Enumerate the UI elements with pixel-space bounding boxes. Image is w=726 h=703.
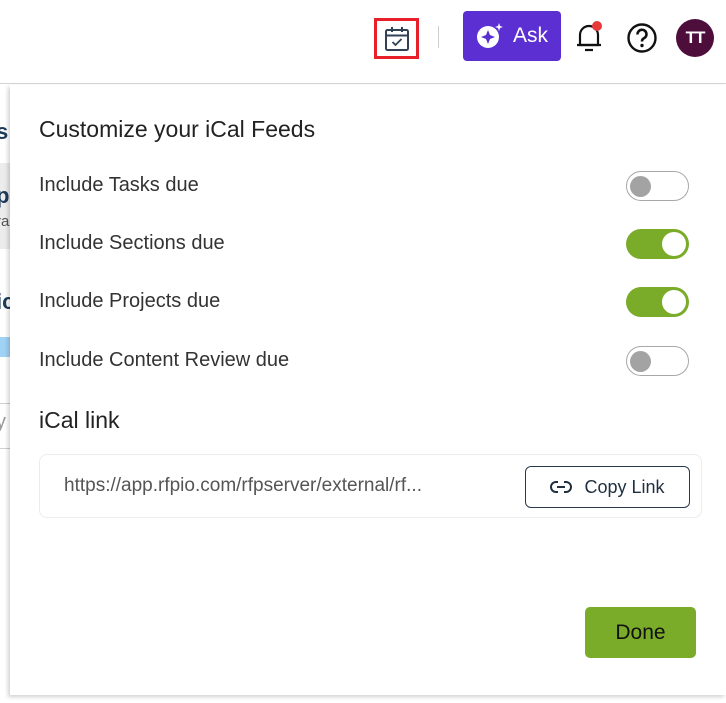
notification-badge [592, 21, 602, 31]
ai-sparkle-icon [477, 23, 503, 48]
done-button[interactable]: Done [585, 607, 696, 658]
tasks-toggle[interactable] [626, 171, 689, 201]
option-row-tasks: Include Tasks due [39, 170, 699, 202]
content-review-toggle[interactable] [626, 346, 689, 376]
background-divider [0, 448, 10, 449]
ical-link-url[interactable]: https://app.rfpio.com/rfpserver/external… [64, 475, 422, 497]
header-divider [438, 26, 439, 48]
toggle-knob [662, 290, 686, 314]
copy-link-button[interactable]: Copy Link [525, 466, 690, 508]
toggle-knob [630, 176, 651, 197]
background-highlight [0, 337, 10, 357]
toggle-knob [630, 351, 651, 372]
background-text: s [0, 119, 9, 144]
ical-feed-button[interactable] [374, 18, 419, 59]
top-header: Ask TT [0, 0, 726, 84]
projects-toggle[interactable] [626, 287, 689, 317]
sections-toggle[interactable] [626, 229, 689, 259]
option-label: Include Sections due [39, 232, 225, 254]
option-label: Include Tasks due [39, 174, 199, 196]
ical-feeds-panel: Customize your iCal Feeds Include Tasks … [10, 85, 726, 695]
copy-link-label: Copy Link [584, 476, 665, 497]
background-page: s p ra ic y [0, 85, 10, 703]
question-circle-icon [627, 23, 657, 53]
ask-label: Ask [513, 24, 549, 47]
user-avatar[interactable]: TT [676, 19, 714, 57]
bell-icon [577, 21, 602, 52]
option-row-sections: Include Sections due [39, 228, 699, 260]
background-divider [0, 403, 10, 404]
option-label: Include Content Review due [39, 349, 290, 371]
option-label: Include Projects due [39, 290, 221, 312]
ical-link-box: https://app.rfpio.com/rfpserver/external… [39, 454, 702, 518]
ical-link-title: iCal link [39, 407, 120, 433]
toggle-knob [662, 232, 686, 256]
option-row-projects: Include Projects due [39, 286, 699, 318]
background-text: y [0, 411, 6, 433]
calendar-check-icon [384, 26, 409, 51]
option-row-content-review: Include Content Review due [39, 345, 699, 377]
background-text: ra [0, 213, 10, 230]
panel-title: Customize your iCal Feeds [39, 116, 316, 142]
notifications-button[interactable] [574, 20, 604, 54]
link-icon [550, 481, 573, 493]
help-button[interactable] [626, 22, 658, 54]
background-text: p [0, 183, 10, 208]
ask-button[interactable]: Ask [463, 11, 561, 61]
background-text: ic [0, 289, 10, 314]
